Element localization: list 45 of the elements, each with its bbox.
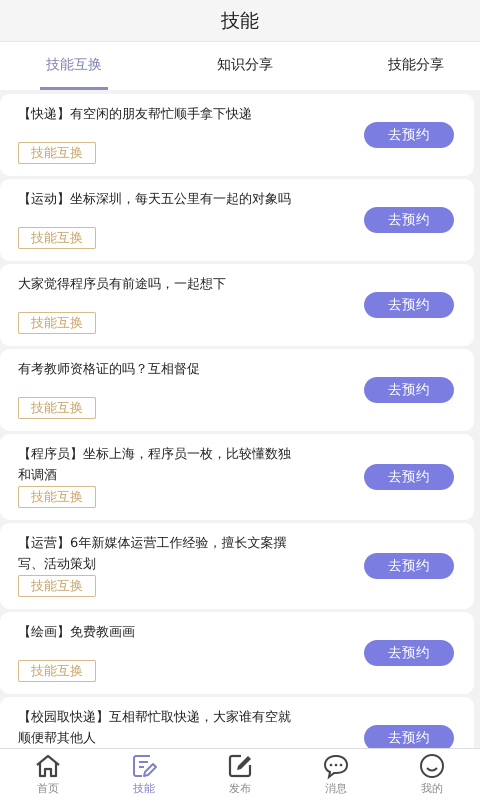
- post-card[interactable]: 【运动】坐标深圳，每天五公里有一起的对象吗 技能互换 去预约: [0, 179, 474, 261]
- post-card[interactable]: 【运营】6年新媒体运营工作经验，擅长文案撰写、活动策划 技能互换 去预约: [0, 523, 474, 609]
- edit-icon: [226, 752, 254, 780]
- category-tag: 技能互换: [18, 312, 96, 334]
- post-title: 【绘画】免费教画画: [18, 624, 136, 642]
- post-card[interactable]: 【程序员】坐标上海，程序员一枚，比较懂数独和调酒 技能互换 去预约: [0, 434, 474, 520]
- nav-item[interactable]: 首页: [26, 749, 70, 800]
- post-title: 【校园取快递】互相帮忙取快递，大家谁有空就顺便帮其他人: [18, 709, 292, 748]
- post-title: 有考教师资格证的吗？互相督促: [18, 361, 201, 379]
- tab[interactable]: 技能分享: [382, 42, 450, 90]
- category-tag: 技能互换: [18, 486, 96, 508]
- chat-icon: [322, 752, 350, 780]
- book-button[interactable]: 去预约: [364, 725, 454, 748]
- post-title: 【运动】坐标深圳，每天五公里有一起的对象吗: [18, 191, 292, 209]
- category-tag: 技能互换: [18, 142, 96, 164]
- nav-item[interactable]: 消息: [314, 749, 358, 800]
- post-title: 【程序员】坐标上海，程序员一枚，比较懂数独和调酒: [18, 446, 292, 485]
- post-title: 大家觉得程序员有前途吗，一起想下: [18, 276, 227, 294]
- post-card[interactable]: 有考教师资格证的吗？互相督促 技能互换 去预约: [0, 349, 474, 431]
- tab[interactable]: 技能互换: [40, 42, 108, 90]
- nav-item[interactable]: 发布: [218, 749, 262, 800]
- book-button[interactable]: 去预约: [364, 122, 454, 148]
- book-button[interactable]: 去预约: [364, 464, 454, 490]
- book-button[interactable]: 去预约: [364, 553, 454, 579]
- nav-item[interactable]: 我的: [410, 749, 454, 800]
- post-card[interactable]: 大家觉得程序员有前途吗，一起想下 技能互换 去预约: [0, 264, 474, 346]
- post-card[interactable]: 【绘画】免费教画画 技能互换 去预约: [0, 612, 474, 694]
- book-button[interactable]: 去预约: [364, 292, 454, 318]
- nav-item[interactable]: 技能: [122, 749, 166, 800]
- smiley-icon: [418, 752, 446, 780]
- tab[interactable]: 知识分享: [211, 42, 279, 90]
- post-card[interactable]: 【快递】有空闲的朋友帮忙顺手拿下快递 技能互换 去预约: [0, 94, 474, 176]
- book-button[interactable]: 去预约: [364, 377, 454, 403]
- category-tag: 技能互换: [18, 397, 96, 419]
- post-card[interactable]: 【校园取快递】互相帮忙取快递，大家谁有空就顺便帮其他人 去预约: [0, 697, 474, 748]
- book-button[interactable]: 去预约: [364, 640, 454, 666]
- category-tag: 技能互换: [18, 227, 96, 249]
- category-tag: 技能互换: [18, 660, 96, 682]
- page-title: 技能: [221, 8, 259, 34]
- category-tag: 技能互换: [18, 575, 96, 597]
- post-title: 【快递】有空闲的朋友帮忙顺手拿下快递: [18, 106, 253, 124]
- note-edit-icon: [130, 752, 158, 780]
- post-title: 【运营】6年新媒体运营工作经验，擅长文案撰写、活动策划: [18, 535, 288, 574]
- book-button[interactable]: 去预约: [364, 207, 454, 233]
- home-icon: [34, 752, 62, 780]
